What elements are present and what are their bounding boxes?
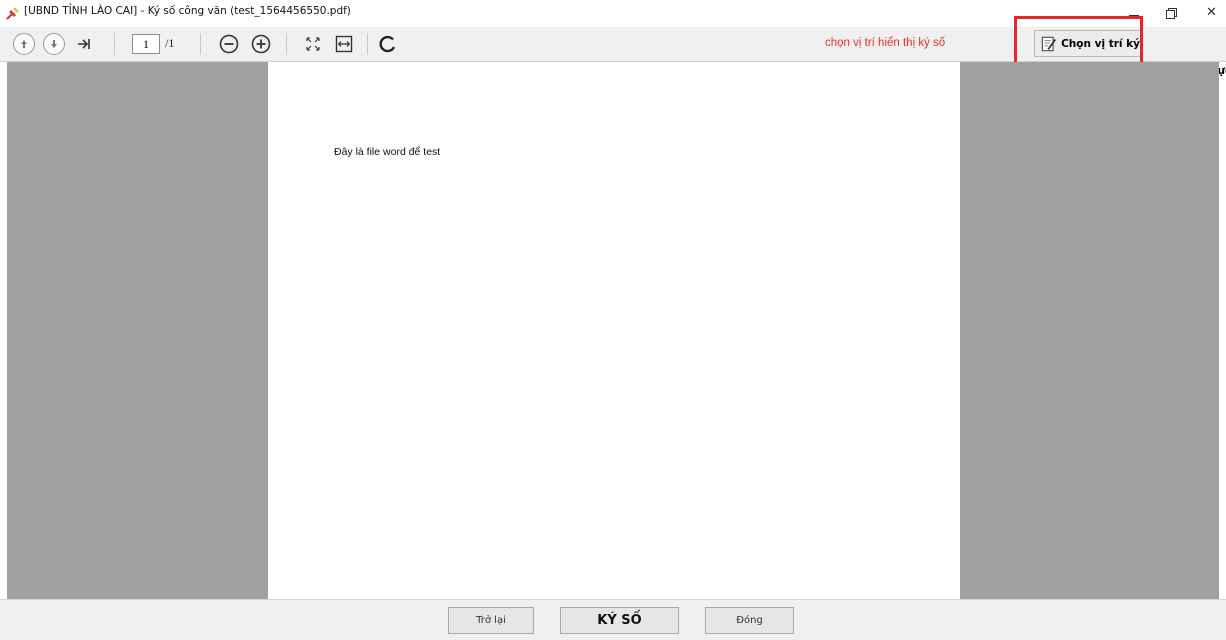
close-button[interactable]: Đóng xyxy=(705,607,794,634)
restore-button[interactable] xyxy=(1158,2,1186,24)
pdf-page[interactable]: Đây là file word để test xyxy=(268,62,960,599)
sign-button[interactable]: KÝ SỐ xyxy=(560,607,679,634)
fit-width-icon xyxy=(335,35,353,53)
document-text: Đây là file word để test xyxy=(334,146,441,158)
window-title: [UBND TỈNH LÀO CAI] - Ký số công văn (te… xyxy=(24,5,351,17)
next-page-button[interactable] xyxy=(42,32,66,56)
prev-page-icon xyxy=(13,33,35,55)
page-number-input[interactable] xyxy=(132,34,160,54)
fit-width-button[interactable] xyxy=(332,32,356,56)
toolbar-separator xyxy=(200,33,201,55)
zoom-in-button[interactable] xyxy=(249,32,273,56)
last-page-icon xyxy=(78,39,90,49)
prev-page-button[interactable] xyxy=(12,32,36,56)
rotate-icon xyxy=(379,35,396,53)
zoom-in-icon xyxy=(251,34,271,54)
zoom-out-icon xyxy=(219,34,239,54)
toolbar-separator xyxy=(367,33,368,55)
toolbar-separator xyxy=(114,33,115,55)
fit-page-button[interactable] xyxy=(301,32,325,56)
zoom-out-button[interactable] xyxy=(217,32,241,56)
back-button[interactable]: Trở lại xyxy=(448,607,534,634)
last-page-button[interactable] xyxy=(72,32,96,56)
position-hint: chọn vị trí hiển thị ký số xyxy=(825,37,946,49)
close-window-button[interactable]: ✕ xyxy=(1206,2,1226,24)
page-total: /1 xyxy=(165,36,175,50)
toolbar-separator xyxy=(286,33,287,55)
rotate-button[interactable] xyxy=(376,32,400,56)
next-page-icon xyxy=(43,33,65,55)
action-bar: Trở lại KÝ SỐ Đóng xyxy=(0,599,1226,640)
app-pin-icon xyxy=(5,6,19,25)
fit-page-icon xyxy=(306,37,320,51)
document-viewer[interactable]: Đây là file word để test xyxy=(7,62,1219,599)
